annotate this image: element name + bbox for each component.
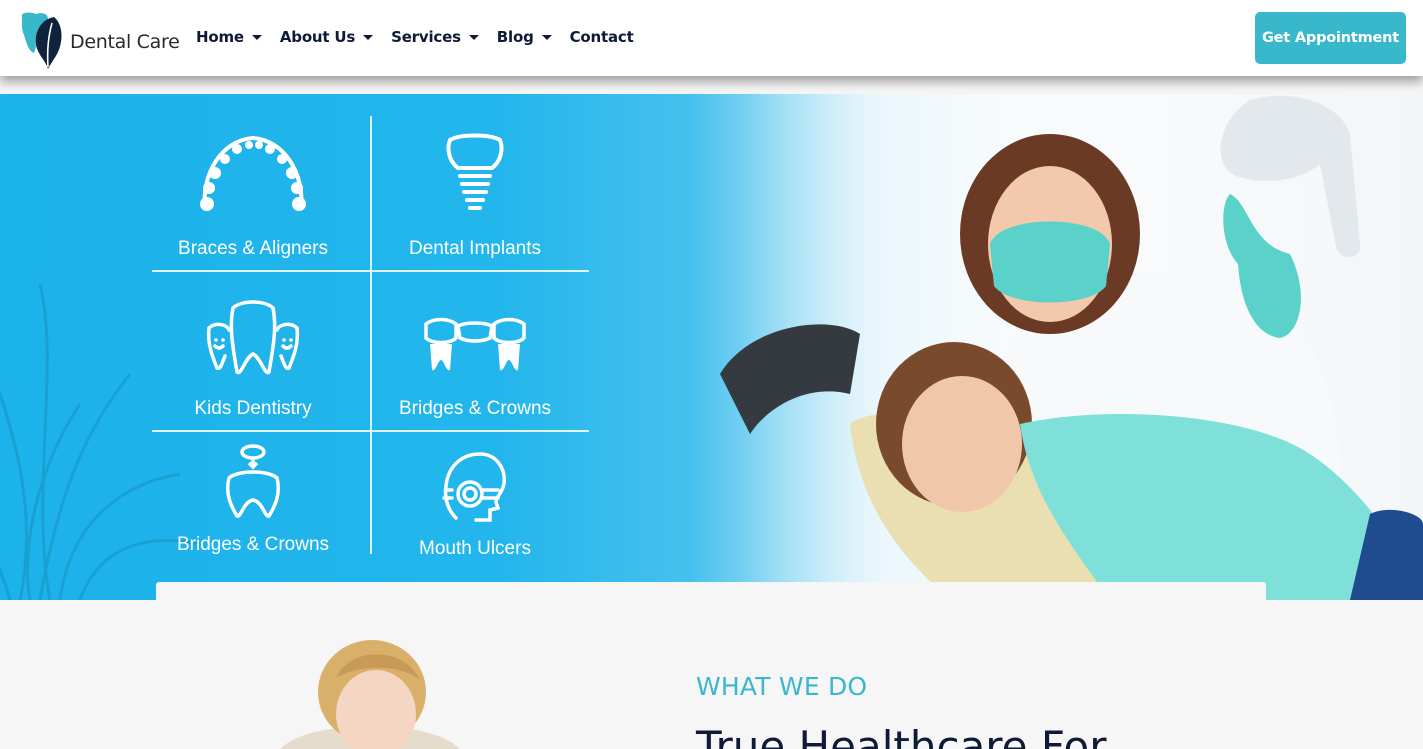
chevron-down-icon bbox=[468, 34, 479, 40]
nav-home-label: Home bbox=[196, 28, 244, 46]
service-label: Mouth Ulcers bbox=[419, 538, 531, 559]
nav-services[interactable]: Services bbox=[391, 28, 479, 46]
nav-blog-label: Blog bbox=[496, 28, 534, 46]
tooth-leaf-logo-icon bbox=[21, 12, 62, 69]
content-card-top bbox=[156, 582, 1266, 612]
nav-contact[interactable]: Contact bbox=[570, 28, 634, 46]
nav-contact-label: Contact bbox=[569, 28, 634, 46]
service-label: Dental Implants bbox=[408, 238, 541, 259]
get-appointment-button[interactable]: Get Appointment bbox=[1255, 12, 1406, 64]
service-label: Kids Dentistry bbox=[194, 398, 312, 419]
main-nav: Home About Us Services Blog Contact bbox=[196, 28, 652, 46]
kids-teeth-icon bbox=[206, 300, 300, 375]
section-headline: True Healthcare For bbox=[696, 722, 1107, 749]
bridge-icon bbox=[424, 317, 526, 371]
brand-link[interactable]: Dental Care bbox=[18, 11, 180, 69]
service-label: Braces & Aligners bbox=[178, 238, 328, 259]
nav-services-label: Services bbox=[391, 28, 461, 46]
service-dental-implants[interactable]: Dental Implants bbox=[370, 132, 580, 260]
chevron-down-icon bbox=[363, 34, 374, 40]
service-label: Bridges & Crowns bbox=[176, 534, 330, 555]
chevron-down-icon bbox=[541, 34, 552, 40]
mouth-ulcer-icon bbox=[442, 452, 506, 522]
hero-banner: Braces & Aligners Dental Implants Kids D… bbox=[0, 94, 1423, 600]
implant-icon bbox=[446, 133, 504, 210]
patient-photo bbox=[280, 640, 460, 749]
service-bridges-crowns-2[interactable]: Bridges & Crowns bbox=[148, 444, 358, 556]
nav-home[interactable]: Home bbox=[196, 28, 262, 46]
service-braces-aligners[interactable]: Braces & Aligners bbox=[148, 132, 358, 260]
nav-blog[interactable]: Blog bbox=[497, 28, 552, 46]
brand-name: Dental Care bbox=[70, 31, 180, 53]
nav-about-us[interactable]: About Us bbox=[279, 28, 374, 46]
service-kids-dentistry[interactable]: Kids Dentistry bbox=[148, 298, 358, 420]
chevron-down-icon bbox=[251, 34, 262, 40]
dentist-with-child-photo bbox=[690, 94, 1423, 600]
braces-icon bbox=[200, 135, 306, 211]
section-eyebrow: WHAT WE DO bbox=[696, 672, 868, 701]
navbar: Dental Care Home About Us Services Blog … bbox=[0, 0, 1423, 76]
service-label: Bridges & Crowns bbox=[398, 398, 552, 419]
grid-divider-horizontal bbox=[152, 270, 589, 272]
crown-icon bbox=[225, 444, 281, 518]
service-mouth-ulcers[interactable]: Mouth Ulcers bbox=[370, 450, 580, 560]
grid-divider-horizontal bbox=[152, 430, 589, 432]
nav-about-label: About Us bbox=[279, 28, 356, 46]
service-bridges-crowns[interactable]: Bridges & Crowns bbox=[370, 316, 580, 420]
